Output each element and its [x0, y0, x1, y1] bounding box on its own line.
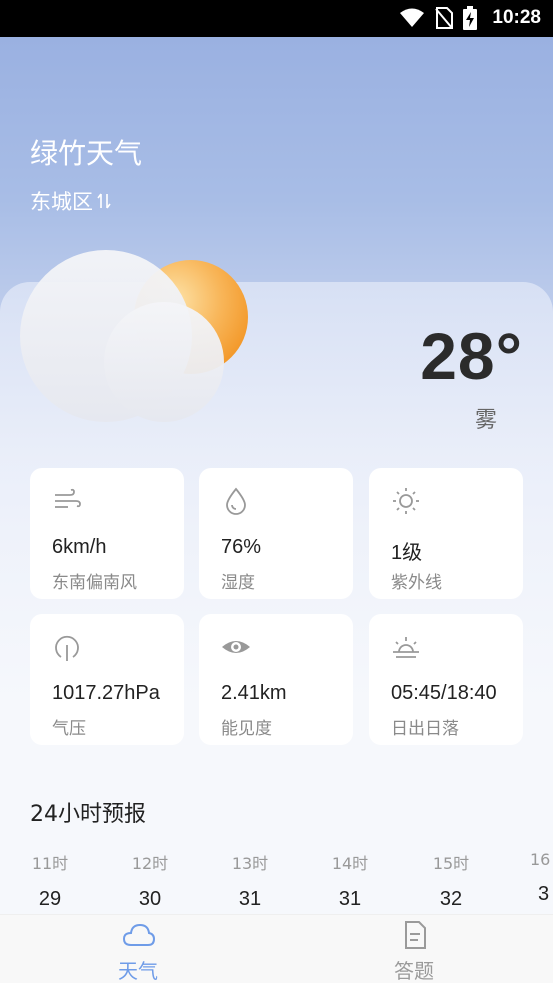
visibility-label: 能见度	[221, 719, 272, 739]
sunrise-icon	[393, 637, 419, 658]
hourly-temp: 31	[238, 888, 262, 910]
bottom-tab-bar: 天气 答题	[0, 914, 553, 983]
weather-condition: 雾	[474, 408, 497, 433]
location-name: 东城区	[30, 190, 93, 214]
pressure-label: 气压	[52, 719, 86, 739]
hourly-item: 12时 30	[120, 850, 180, 911]
forecast-title: 24小时预报	[30, 802, 146, 827]
document-icon	[405, 921, 426, 949]
detail-tile-pressure: 1017.27hPa 气压	[30, 614, 184, 745]
visibility-value: 2.41km	[221, 682, 287, 704]
hourly-item: 13时 31	[220, 850, 280, 911]
detail-tile-uv: 1级 紫外线	[369, 468, 523, 599]
pressure-gauge-icon	[55, 635, 79, 661]
hourly-item: 11时 29	[20, 850, 80, 911]
sunrise-sunset-label: 日出日落	[391, 719, 459, 739]
sun-uv-icon	[393, 488, 419, 514]
pressure-value: 1017.27hPa	[52, 682, 160, 704]
hourly-temp: 3	[538, 883, 550, 905]
swap-vertical-icon	[97, 193, 111, 209]
hourly-item: 15时 32	[421, 850, 481, 911]
hourly-time: 15时	[432, 854, 470, 873]
hourly-temp: 31	[338, 888, 362, 910]
hourly-temp: 30	[138, 888, 162, 910]
wind-value: 6km/h	[52, 536, 107, 558]
status-bar: 10:28	[0, 0, 553, 37]
cloud-icon	[122, 923, 156, 946]
wind-label: 东南偏南风	[52, 573, 137, 593]
hourly-item: 16 3	[522, 850, 553, 906]
tab-quiz-label: 答题	[394, 959, 434, 983]
hourly-temp: 29	[38, 888, 62, 910]
tab-weather[interactable]: 天气	[78, 915, 198, 983]
location-selector[interactable]: 东城区	[30, 186, 111, 216]
hourly-time: 13时	[231, 854, 269, 873]
hourly-temp: 32	[439, 888, 463, 910]
uv-value: 1级	[391, 542, 423, 564]
uv-label: 紫外线	[391, 573, 442, 593]
hourly-forecast-list[interactable]: 11时 29 12时 30 13时 31 14时 31 15时 32 16 3	[0, 850, 553, 920]
wind-icon	[55, 488, 81, 508]
humidity-label: 湿度	[221, 573, 255, 593]
detail-tile-wind: 6km/h 东南偏南风	[30, 468, 184, 599]
detail-tile-visibility: 2.41km 能见度	[199, 614, 353, 745]
status-icons	[399, 6, 477, 30]
status-time: 10:28	[492, 7, 541, 28]
detail-tile-humidity: 76% 湿度	[199, 468, 353, 599]
humidity-drop-icon	[226, 487, 246, 515]
detail-tile-sunrise: 05:45/18:40 日出日落	[369, 614, 523, 745]
battery-charging-icon	[463, 6, 477, 30]
sun-behind-cloud-icon	[20, 250, 248, 422]
eye-icon	[222, 641, 250, 653]
hourly-item: 14时 31	[320, 850, 380, 911]
hourly-time: 12时	[131, 854, 169, 873]
hourly-time: 14时	[331, 854, 369, 873]
humidity-value: 76%	[221, 536, 262, 558]
hourly-time: 11时	[31, 854, 69, 873]
app-title: 绿竹天气	[30, 137, 143, 170]
no-sim-icon	[435, 7, 453, 29]
wifi-icon	[400, 8, 424, 27]
tab-quiz[interactable]: 答题	[354, 915, 474, 983]
hourly-time: 16	[530, 850, 551, 869]
sunrise-sunset-value: 05:45/18:40	[391, 682, 497, 704]
tab-weather-label: 天气	[118, 959, 158, 983]
current-temperature: 28°	[420, 319, 523, 393]
